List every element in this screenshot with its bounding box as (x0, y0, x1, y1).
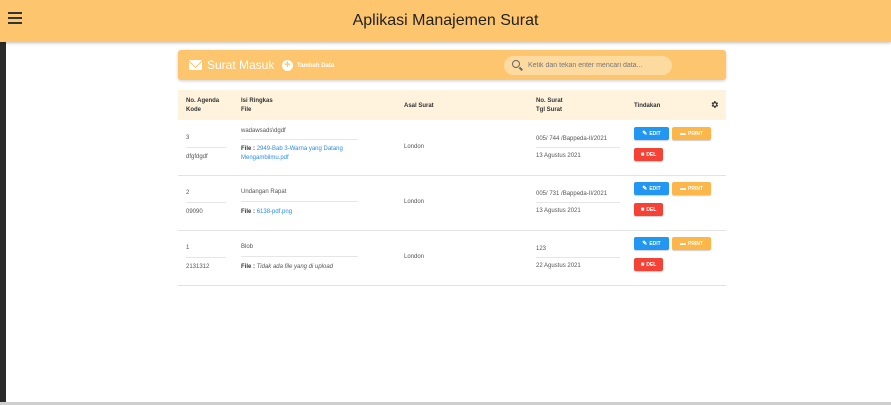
divider (186, 202, 226, 203)
add-data-label: Tambah Data (297, 62, 335, 69)
row-asal: London (404, 199, 425, 205)
table-row: 1 2131312 Blob File : Tidak ada file yan… (178, 231, 726, 286)
table-row: 3 dfgfdgdf wadawsads\dgdf File : 2949-Ba… (178, 121, 726, 176)
trash-icon: ■ (640, 261, 645, 268)
del-label: DEL (646, 261, 657, 268)
trash-icon: ■ (640, 206, 645, 213)
search-icon (512, 60, 520, 68)
del-label: DEL (646, 206, 657, 213)
header-agenda-kode: No. Agenda Kode (186, 97, 219, 115)
print-button[interactable]: ▬ PRINT (672, 237, 711, 250)
card-title: Surat Masuk (207, 58, 275, 72)
delete-button[interactable]: ■ DEL (634, 203, 663, 216)
row-tgl-surat: 13 Agustus 2021 (536, 208, 581, 214)
edit-button[interactable]: ✎ EDIT (634, 182, 669, 195)
printer-icon: ▬ (680, 130, 686, 137)
edit-label: EDIT (649, 185, 661, 192)
print-button[interactable]: ▬ PRINT (672, 127, 711, 140)
header-isi: Isi Ringkas (241, 98, 273, 104)
row-tgl-surat: 22 Agustus 2021 (536, 263, 581, 269)
mail-icon (189, 60, 202, 70)
search-input[interactable] (528, 59, 668, 72)
window-frame-left (0, 0, 6, 405)
row-agenda: 1 (186, 245, 190, 251)
app-title: Aplikasi Manajemen Surat (352, 12, 539, 29)
divider (241, 139, 358, 140)
header-no-surat: No. Surat (536, 98, 563, 104)
print-button[interactable]: ▬ PRINT (672, 182, 711, 195)
header-nosurat-tgl: No. Surat Tgl Surat (536, 97, 563, 115)
row-kode: 09090 (186, 209, 203, 215)
add-data-button[interactable]: + Tambah Data (282, 59, 334, 72)
header-kode: Kode (186, 107, 201, 113)
row-agenda: 2 (186, 190, 190, 196)
file-label: File : (241, 209, 256, 215)
divider (536, 257, 620, 258)
gear-icon[interactable] (710, 100, 719, 109)
printer-icon: ▬ (680, 240, 686, 247)
edit-button[interactable]: ✎ EDIT (634, 127, 669, 140)
row-kode: dfgfdgdf (186, 154, 208, 160)
file-label: File : (241, 146, 256, 152)
file-link[interactable]: 6138-pdf.png (257, 209, 292, 215)
pencil-icon: ✎ (642, 131, 648, 137)
print-label: PRINT (688, 130, 703, 137)
row-no-surat: 005/ 731 /Bappeda-II/2021 (536, 191, 608, 197)
delete-button[interactable]: ■ DEL (634, 148, 663, 161)
search-box (504, 56, 672, 75)
divider (241, 201, 358, 202)
divider (186, 147, 226, 148)
table-header: No. Agenda Kode Isi Ringkas File Asal Su… (178, 90, 726, 120)
header-agenda: No. Agenda (186, 98, 220, 104)
row-isi: Blob (241, 244, 254, 250)
edit-label: EDIT (649, 240, 661, 247)
row-isi: Undangan Rapat (241, 189, 287, 195)
divider (241, 256, 358, 257)
pencil-icon: ✎ (642, 186, 648, 192)
row-isi: wadawsads\dgdf (241, 128, 286, 134)
row-file: File : Tidak ada file yang di upload (241, 263, 381, 272)
edit-label: EDIT (649, 130, 661, 137)
print-label: PRINT (688, 240, 703, 247)
row-file: File : 2949-Bab 3-Warna yang Datang Meng… (241, 145, 366, 163)
file-label: File : (241, 264, 256, 270)
file-link[interactable]: 2949-Bab 3-Warna yang Datang Mengambilmu… (241, 146, 343, 161)
header-tgl-surat: Tgl Surat (536, 107, 563, 113)
file-empty-note: Tidak ada file yang di upload (256, 264, 334, 270)
row-no-surat: 123 (536, 246, 547, 252)
row-asal: London (404, 144, 425, 150)
plus-circle-icon: + (282, 60, 293, 71)
header-asal: Asal Surat (404, 103, 434, 109)
row-asal: London (404, 254, 425, 260)
pencil-icon: ✎ (642, 241, 648, 247)
trash-icon: ■ (640, 151, 645, 158)
edit-button[interactable]: ✎ EDIT (634, 237, 669, 250)
divider (536, 147, 620, 148)
table-row: 2 09090 Undangan Rapat File : 6138-pdf.p… (178, 176, 726, 231)
row-file: File : 6138-pdf.png (241, 208, 366, 217)
printer-icon: ▬ (680, 185, 686, 192)
row-agenda: 3 (186, 135, 190, 141)
divider (536, 202, 620, 203)
divider (186, 257, 226, 258)
card-header: Surat Masuk + Tambah Data (178, 50, 726, 80)
delete-button[interactable]: ■ DEL (634, 258, 663, 271)
header-tindakan: Tindakan (634, 103, 661, 109)
print-label: PRINT (688, 185, 703, 192)
row-kode: 2131312 (186, 264, 210, 270)
top-app-bar: Aplikasi Manajemen Surat (0, 0, 891, 42)
del-label: DEL (646, 151, 657, 158)
header-file: File (241, 107, 252, 113)
row-no-surat: 005/ 744 /Bappeda-II/2021 (536, 136, 608, 142)
row-tgl-surat: 13 Agustus 2021 (536, 153, 581, 159)
header-isi-file: Isi Ringkas File (241, 97, 273, 115)
